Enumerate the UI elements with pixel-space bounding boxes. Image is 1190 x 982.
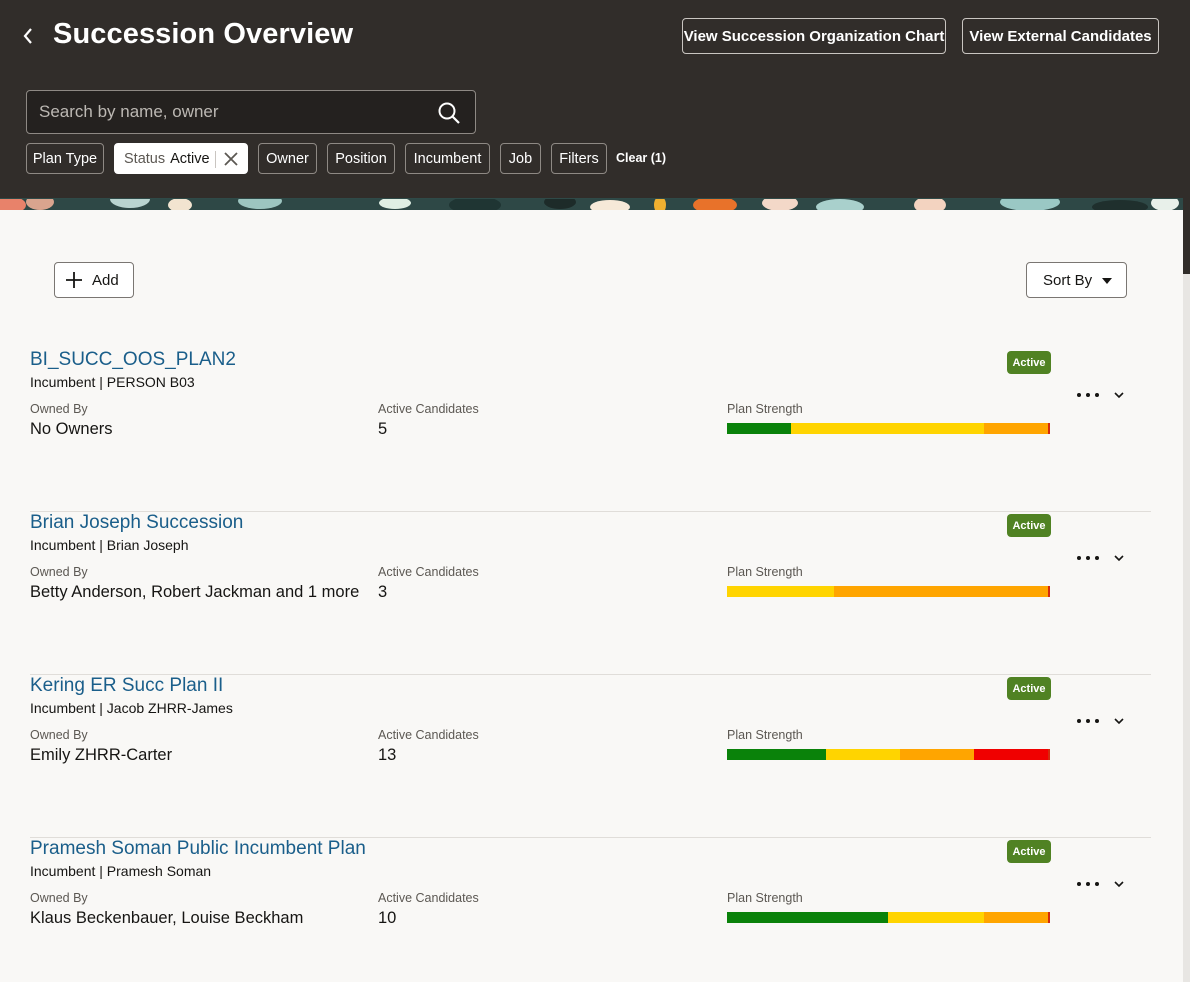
more-actions-icon[interactable] bbox=[1076, 876, 1100, 892]
owned-by-label: Owned By bbox=[30, 891, 88, 905]
strength-segment-green bbox=[727, 749, 826, 760]
active-candidates-label: Active Candidates bbox=[378, 565, 479, 579]
decorative-banner bbox=[0, 198, 1183, 210]
filter-position[interactable]: Position bbox=[327, 143, 395, 174]
strength-segment-orange bbox=[983, 423, 1048, 434]
back-button[interactable] bbox=[16, 24, 40, 48]
more-actions-icon[interactable] bbox=[1076, 387, 1100, 403]
page-title: Succession Overview bbox=[53, 18, 354, 50]
status-badge: Active bbox=[1007, 840, 1051, 863]
page-header: Succession Overview View Succession Orga… bbox=[0, 0, 1190, 198]
strength-segment-yellow bbox=[825, 749, 900, 760]
search-box bbox=[26, 90, 476, 134]
status-badge: Active bbox=[1007, 677, 1051, 700]
filter-incumbent[interactable]: Incumbent bbox=[405, 143, 490, 174]
plan-card: Brian Joseph Succession Incumbent | Bria… bbox=[30, 512, 1151, 675]
scrollbar-thumb[interactable] bbox=[1183, 198, 1190, 274]
view-succession-org-chart-button[interactable]: View Succession Organization Chart bbox=[682, 18, 946, 54]
active-candidates-value: 13 bbox=[378, 746, 397, 764]
owned-by-value: Klaus Beckenbauer, Louise Beckham bbox=[30, 909, 304, 927]
plan-card: Kering ER Succ Plan II Incumbent | Jacob… bbox=[30, 675, 1151, 838]
plan-strength-bar bbox=[727, 749, 1050, 760]
active-candidates-value: 5 bbox=[378, 420, 388, 438]
plan-incumbent: Incumbent | Brian Joseph bbox=[30, 537, 189, 553]
active-candidates-label: Active Candidates bbox=[378, 402, 479, 416]
close-icon[interactable] bbox=[223, 151, 239, 167]
owned-by-value: No Owners bbox=[30, 420, 113, 438]
plan-strength-bar bbox=[727, 912, 1050, 923]
chip-divider bbox=[215, 151, 216, 168]
sort-by-dropdown[interactable]: Sort By bbox=[1026, 262, 1127, 298]
active-candidates-value: 10 bbox=[378, 909, 397, 927]
owned-by-label: Owned By bbox=[30, 565, 88, 579]
plan-incumbent: Incumbent | Jacob ZHRR-James bbox=[30, 700, 233, 716]
owned-by-label: Owned By bbox=[30, 402, 88, 416]
search-icon[interactable] bbox=[437, 101, 461, 125]
sort-by-label: Sort By bbox=[1043, 271, 1093, 289]
plan-strength-bar bbox=[727, 586, 1050, 597]
strength-segment-orange bbox=[833, 586, 1048, 597]
filter-status-value: Active bbox=[170, 150, 210, 167]
plan-incumbent: Incumbent | PERSON B03 bbox=[30, 374, 195, 390]
filter-status-chip[interactable]: Status Active bbox=[114, 143, 248, 174]
strength-segment-orange bbox=[983, 912, 1048, 923]
clear-filters-link[interactable]: Clear (1) bbox=[616, 151, 666, 165]
active-candidates-label: Active Candidates bbox=[378, 891, 479, 905]
search-input[interactable] bbox=[39, 91, 429, 133]
chevron-left-icon bbox=[23, 28, 32, 44]
owned-by-label: Owned By bbox=[30, 728, 88, 742]
scrollbar[interactable] bbox=[1183, 198, 1190, 982]
plan-name-link[interactable]: Kering ER Succ Plan II bbox=[30, 675, 223, 697]
plan-card: BI_SUCC_OOS_PLAN2 Incumbent | PERSON B03… bbox=[30, 349, 1151, 512]
owned-by-value: Betty Anderson, Robert Jackman and 1 mor… bbox=[30, 583, 360, 601]
filter-job[interactable]: Job bbox=[500, 143, 541, 174]
more-actions-icon[interactable] bbox=[1076, 713, 1100, 729]
strength-segment-yellow bbox=[887, 912, 984, 923]
active-candidates-value: 3 bbox=[378, 583, 388, 601]
chevron-down-icon[interactable] bbox=[1112, 387, 1126, 403]
chevron-down-icon[interactable] bbox=[1112, 713, 1126, 729]
plan-name-link[interactable]: Pramesh Soman Public Incumbent Plan bbox=[30, 838, 366, 860]
plan-strength-label: Plan Strength bbox=[727, 565, 803, 579]
plan-strength-label: Plan Strength bbox=[727, 891, 803, 905]
owned-by-value: Emily ZHRR-Carter bbox=[30, 746, 173, 764]
strength-segment-green bbox=[727, 423, 792, 434]
plan-name-link[interactable]: BI_SUCC_OOS_PLAN2 bbox=[30, 349, 236, 371]
add-button[interactable]: Add bbox=[54, 262, 134, 298]
filter-owner[interactable]: Owner bbox=[258, 143, 317, 174]
strength-segment-green bbox=[727, 912, 888, 923]
caret-down-icon bbox=[1102, 278, 1112, 284]
filter-more-filters[interactable]: Filters bbox=[551, 143, 607, 174]
strength-segment-red bbox=[973, 749, 1048, 760]
plan-strength-bar bbox=[727, 423, 1050, 434]
plus-icon bbox=[66, 272, 82, 288]
strength-segment-yellow bbox=[727, 586, 834, 597]
filter-plan-type[interactable]: Plan Type bbox=[26, 143, 104, 174]
plan-incumbent: Incumbent | Pramesh Soman bbox=[30, 863, 212, 879]
status-badge: Active bbox=[1007, 514, 1051, 537]
plan-card: Pramesh Soman Public Incumbent Plan Incu… bbox=[30, 838, 1151, 982]
plan-strength-label: Plan Strength bbox=[727, 402, 803, 416]
more-actions-icon[interactable] bbox=[1076, 550, 1100, 566]
strength-segment-yellow bbox=[791, 423, 984, 434]
status-badge: Active bbox=[1007, 351, 1051, 374]
filter-status-label: Status bbox=[124, 150, 166, 167]
strength-segment-orange bbox=[899, 749, 974, 760]
add-button-label: Add bbox=[92, 271, 119, 289]
plan-strength-label: Plan Strength bbox=[727, 728, 803, 742]
chevron-down-icon[interactable] bbox=[1112, 550, 1126, 566]
view-external-candidates-button[interactable]: View External Candidates bbox=[962, 18, 1159, 54]
active-candidates-label: Active Candidates bbox=[378, 728, 479, 742]
plan-name-link[interactable]: Brian Joseph Succession bbox=[30, 512, 243, 534]
chevron-down-icon[interactable] bbox=[1112, 876, 1126, 892]
